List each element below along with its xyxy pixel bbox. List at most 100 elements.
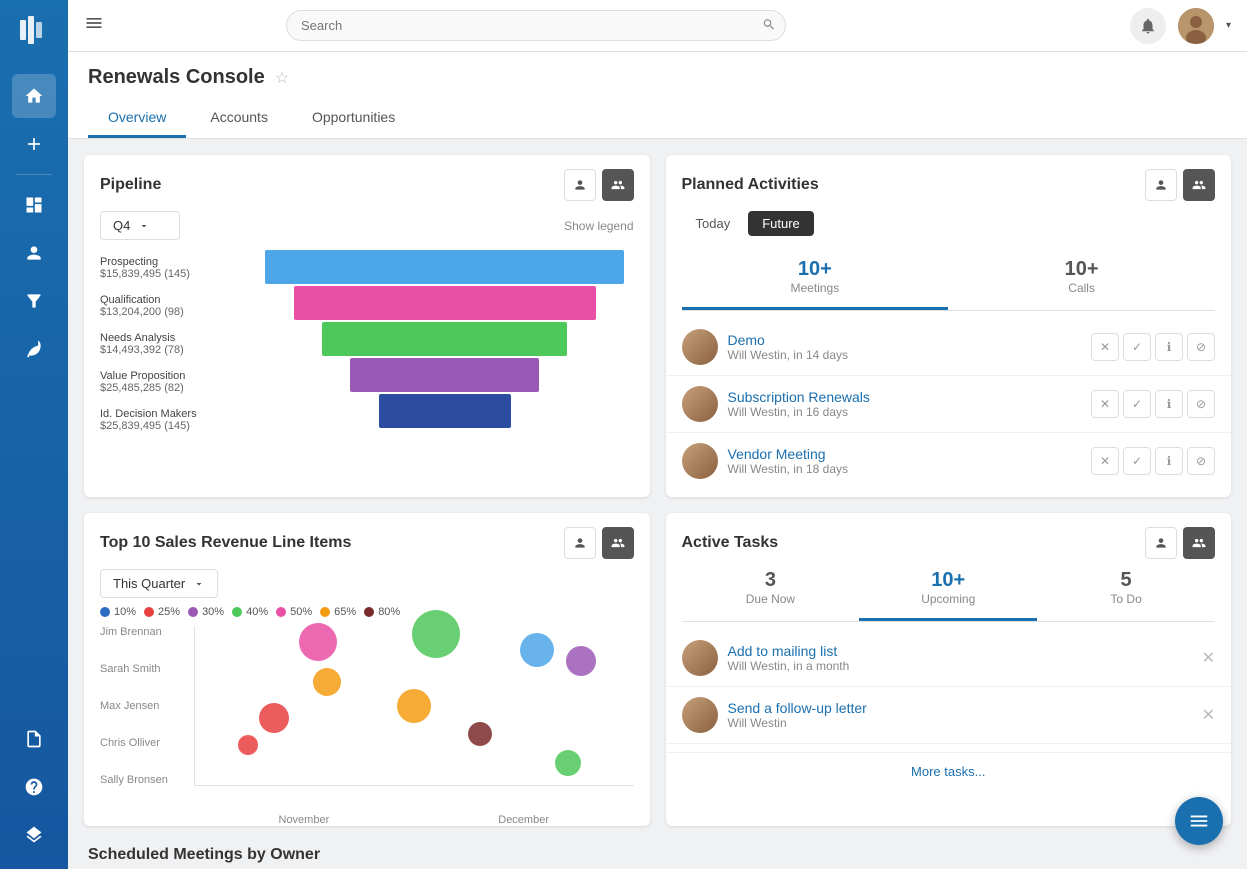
bottom-section: Scheduled Meetings by Owner: [84, 842, 1231, 864]
sidebar-item-documents[interactable]: [12, 717, 56, 761]
pipeline-card-header: Pipeline: [84, 155, 650, 211]
activity-list: Demo Will Westin, in 14 days ✕ ✓ ℹ ⊘: [666, 311, 1232, 497]
tab-accounts[interactable]: Accounts: [190, 101, 288, 138]
sidebar-item-filter[interactable]: [12, 279, 56, 323]
activity-ctrl-x-sub[interactable]: ✕: [1091, 390, 1119, 418]
activity-ctrl-x-demo[interactable]: ✕: [1091, 333, 1119, 361]
hamburger-menu-icon[interactable]: [84, 13, 104, 38]
pipeline-quarter-dropdown[interactable]: Q4: [100, 211, 180, 240]
funnel-label-qualification: Qualification $13,204,200 (98): [100, 288, 240, 324]
activity-ctrl-stop-demo[interactable]: ⊘: [1187, 333, 1215, 361]
tasks-stat-due-now[interactable]: 3 Due Now: [682, 559, 860, 621]
tab-opportunities[interactable]: Opportunities: [292, 101, 415, 138]
sidebar-item-plant[interactable]: [12, 327, 56, 371]
sidebar-divider-1: [16, 174, 52, 175]
activity-name-vendor[interactable]: Vendor Meeting: [728, 446, 1082, 462]
task-name-followup[interactable]: Send a follow-up letter: [728, 700, 1192, 716]
activity-avatar-vendor: [682, 443, 718, 479]
activity-name-demo[interactable]: Demo: [728, 332, 1082, 348]
sidebar-item-dashboard[interactable]: [12, 183, 56, 227]
planned-activities-card: Planned Activities Today Future: [666, 155, 1232, 497]
sidebar-item-help[interactable]: [12, 765, 56, 809]
top10-controls: This Quarter: [84, 569, 650, 606]
planned-tab-today[interactable]: Today: [682, 211, 745, 236]
activity-ctrl-check-demo[interactable]: ✓: [1123, 333, 1151, 361]
task-list: Add to mailing list Will Westin, in a mo…: [666, 622, 1232, 752]
search-bar: [286, 10, 786, 41]
planned-person-btn[interactable]: [1145, 169, 1177, 201]
pipeline-person-btn[interactable]: [564, 169, 596, 201]
activity-ctrl-info-vendor[interactable]: ℹ: [1155, 447, 1183, 475]
notification-button[interactable]: [1130, 8, 1166, 44]
legend-50pct: 50%: [276, 606, 312, 618]
more-tasks-link[interactable]: More tasks...: [666, 752, 1232, 791]
avatar[interactable]: [1178, 8, 1214, 44]
show-legend-link[interactable]: Show legend: [564, 219, 633, 233]
top10-sales-card: Top 10 Sales Revenue Line Items This Qua…: [84, 513, 650, 826]
y-label-5: Sally Bronsen: [100, 774, 168, 786]
tasks-todo-number: 5: [1037, 569, 1215, 592]
task-item-followup: Send a follow-up letter Will Westin ✕: [666, 687, 1232, 744]
activity-ctrl-check-vendor[interactable]: ✓: [1123, 447, 1151, 475]
activity-ctrl-stop-sub[interactable]: ⊘: [1187, 390, 1215, 418]
tasks-group-btn[interactable]: [1183, 527, 1215, 559]
task-sub-mailing: Will Westin, in a month: [728, 659, 1192, 673]
fab-button[interactable]: [1175, 797, 1223, 845]
task-item-mailing: Add to mailing list Will Westin, in a mo…: [666, 630, 1232, 687]
y-label-4: Chris Olliver: [100, 737, 168, 749]
bubble-2: [412, 610, 460, 658]
tasks-stat-todo[interactable]: 5 To Do: [1037, 559, 1215, 621]
activity-ctrl-check-sub[interactable]: ✓: [1123, 390, 1151, 418]
pipeline-group-btn[interactable]: [602, 169, 634, 201]
planned-stat-meetings[interactable]: 10+ Meetings: [682, 248, 949, 310]
task-sub-followup: Will Westin: [728, 716, 1192, 730]
more-tasks-anchor[interactable]: More tasks...: [911, 764, 985, 779]
task-ctrl-followup[interactable]: ✕: [1202, 705, 1215, 725]
tasks-stat-upcoming[interactable]: 10+ Upcoming: [859, 559, 1037, 621]
sidebar-item-home[interactable]: [12, 74, 56, 118]
legend-40pct: 40%: [232, 606, 268, 618]
tasks-actions: [1145, 527, 1215, 559]
tasks-person-btn[interactable]: [1145, 527, 1177, 559]
planned-stat-calls[interactable]: 10+ Calls: [948, 248, 1215, 310]
legend-65pct: 65%: [320, 606, 356, 618]
x-label-nov: November: [279, 814, 330, 826]
funnel-bar-value: [256, 358, 634, 392]
page-title-row: Renewals Console ☆: [88, 66, 1227, 89]
activity-name-subscription[interactable]: Subscription Renewals: [728, 389, 1082, 405]
activity-ctrl-x-vendor[interactable]: ✕: [1091, 447, 1119, 475]
task-name-mailing[interactable]: Add to mailing list: [728, 643, 1192, 659]
activity-ctrl-stop-vendor[interactable]: ⊘: [1187, 447, 1215, 475]
sidebar-item-layers[interactable]: [12, 813, 56, 857]
top10-group-btn[interactable]: [602, 527, 634, 559]
app-logo: [16, 12, 52, 54]
top10-title: Top 10 Sales Revenue Line Items: [100, 534, 351, 552]
avatar-chevron-icon[interactable]: ▾: [1226, 20, 1231, 31]
favorite-star-icon[interactable]: ☆: [275, 68, 289, 88]
legend-80pct: 80%: [364, 606, 400, 618]
funnel-label-value-prop: Value Proposition $25,485,285 (82): [100, 364, 240, 400]
activity-sub-vendor: Will Westin, in 18 days: [728, 462, 1082, 476]
search-input[interactable]: [286, 10, 786, 41]
tab-overview[interactable]: Overview: [88, 101, 186, 138]
top10-person-btn[interactable]: [564, 527, 596, 559]
top10-quarter-dropdown[interactable]: This Quarter: [100, 569, 218, 598]
activity-avatar-subscription: [682, 386, 718, 422]
task-avatar-mailing: [682, 640, 718, 676]
sidebar-item-add[interactable]: [12, 122, 56, 166]
tasks-header: Active Tasks: [666, 513, 1232, 559]
sidebar-item-contacts[interactable]: [12, 231, 56, 275]
bubble-1: [299, 623, 337, 661]
activity-ctrl-info-demo[interactable]: ℹ: [1155, 333, 1183, 361]
activity-item-subscription: Subscription Renewals Will Westin, in 16…: [666, 376, 1232, 433]
planned-group-btn[interactable]: [1183, 169, 1215, 201]
activity-ctrl-info-sub[interactable]: ℹ: [1155, 390, 1183, 418]
task-ctrl-mailing[interactable]: ✕: [1202, 648, 1215, 668]
planned-tab-future[interactable]: Future: [748, 211, 814, 236]
tasks-due-number: 3: [682, 569, 860, 592]
funnel-chart: [256, 250, 634, 438]
activity-controls-subscription: ✕ ✓ ℹ ⊘: [1091, 390, 1215, 418]
tasks-todo-label: To Do: [1037, 592, 1215, 606]
pipeline-title: Pipeline: [100, 176, 161, 194]
legend-30pct: 30%: [188, 606, 224, 618]
